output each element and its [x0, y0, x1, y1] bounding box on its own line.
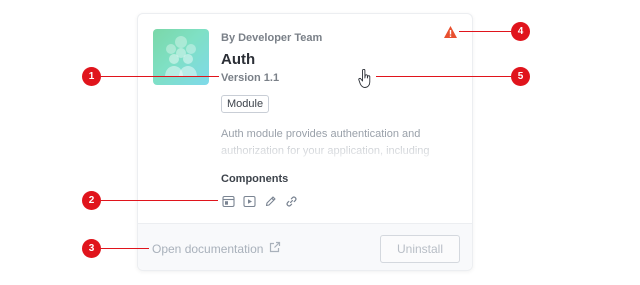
- warning-triangle-icon[interactable]: [443, 25, 458, 39]
- callout-1: 1: [82, 67, 101, 86]
- callout-2: 2: [82, 191, 101, 210]
- callout-5: 5: [511, 67, 530, 86]
- extension-version: Version 1.1: [221, 72, 280, 84]
- hand-cursor-icon: [358, 68, 372, 89]
- callout-5-leader: [376, 76, 511, 77]
- components-icon-list: [222, 195, 298, 208]
- callout-3: 3: [82, 239, 101, 258]
- play-square-icon[interactable]: [243, 195, 256, 208]
- callout-1-leader: [101, 76, 219, 77]
- link-icon[interactable]: [285, 195, 298, 208]
- callout-4-leader: [459, 31, 511, 32]
- callout-3-leader: [101, 248, 149, 249]
- pen-icon[interactable]: [264, 195, 277, 208]
- callout-2-leader: [101, 200, 218, 201]
- uninstall-button[interactable]: Uninstall: [380, 235, 460, 263]
- card-footer: Open documentation Uninstall: [138, 223, 472, 270]
- app-window-icon[interactable]: [222, 195, 235, 208]
- extension-title: Auth: [221, 51, 256, 68]
- open-documentation-label: Open documentation: [152, 241, 264, 256]
- extension-type-tag: Module: [221, 95, 270, 113]
- description-fade: [221, 142, 461, 160]
- external-link-icon: [269, 241, 281, 256]
- components-label: Components: [221, 173, 289, 185]
- extension-card[interactable]: By Developer Team Auth Version 1.1 Modul…: [137, 13, 473, 271]
- callout-4: 4: [511, 22, 530, 41]
- publisher-byline: By Developer Team: [221, 32, 323, 44]
- open-documentation-link[interactable]: Open documentation: [152, 241, 281, 256]
